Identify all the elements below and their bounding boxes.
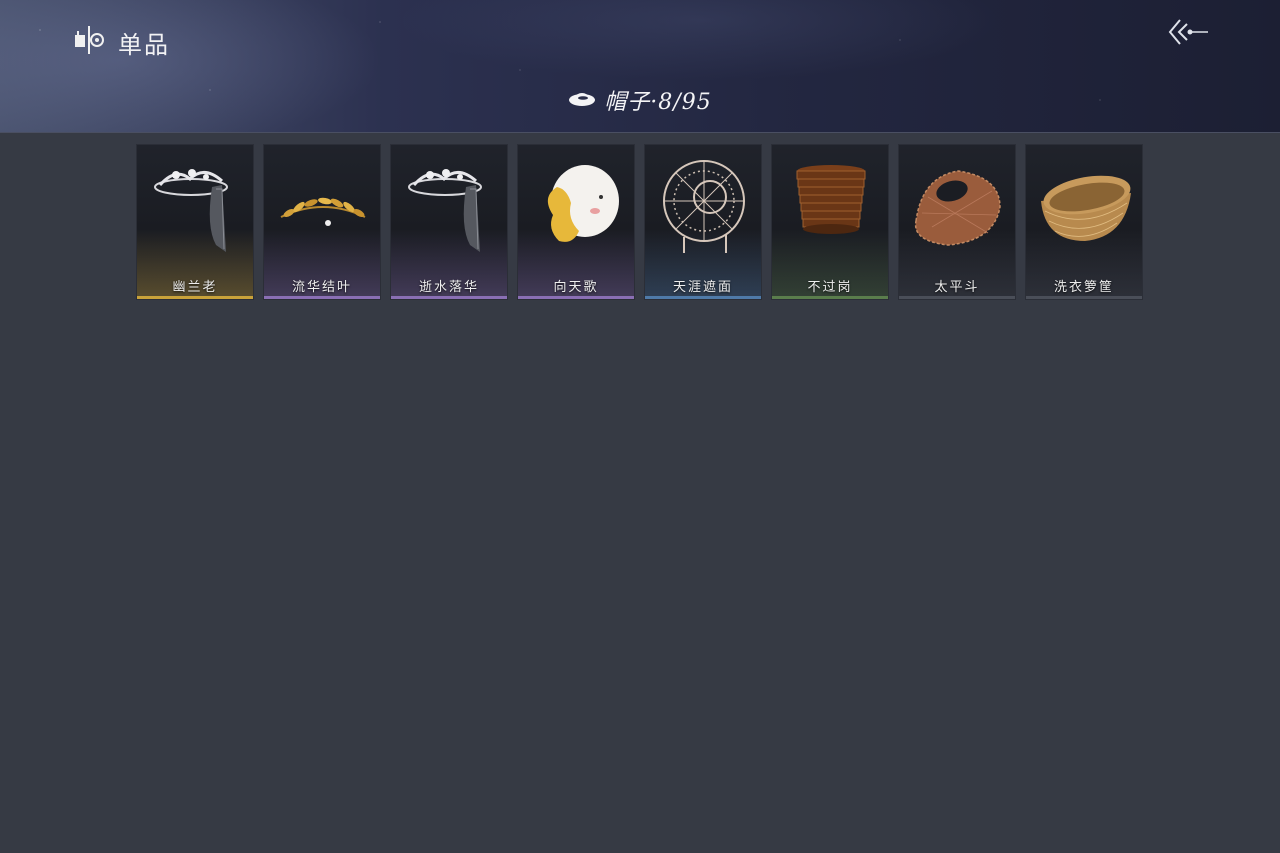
item-name: 逝水落华 <box>418 280 479 295</box>
stacked-bowls-hat-icon <box>796 165 866 234</box>
item-grid: 幽兰老 流华结叶 逝水落华 向天歌 天涯遮面 不过岗 太平斗 洗衣箩筐 <box>136 144 1146 302</box>
golden-leaf-circlet-icon <box>280 197 366 226</box>
item-name: 洗衣箩筐 <box>1053 280 1114 295</box>
rarity-bar <box>772 296 888 299</box>
item-card[interactable]: 太平斗 <box>898 144 1016 300</box>
item-name: 太平斗 <box>934 280 980 295</box>
rarity-bar <box>518 296 634 299</box>
woven-bamboo-hat-icon <box>914 170 1001 246</box>
section-title-label: 单品 <box>118 30 170 59</box>
item-card[interactable]: 向天歌 <box>517 144 635 300</box>
rarity-bar <box>391 296 507 299</box>
item-name: 流华结叶 <box>291 280 352 295</box>
wicker-basket-icon <box>1041 175 1131 241</box>
item-card[interactable]: 幽兰老 <box>136 144 254 300</box>
category-heading: 帽子·8/95 <box>0 84 1280 116</box>
silver-crown-with-veil-icon <box>408 169 482 252</box>
rarity-bar <box>645 296 761 299</box>
item-name: 幽兰老 <box>172 280 218 295</box>
item-name: 向天歌 <box>553 280 599 295</box>
header-banner: 单品 帽子·8/95 <box>0 0 1280 133</box>
duck-hood-icon <box>547 165 619 242</box>
item-card[interactable]: 天涯遮面 <box>644 144 762 300</box>
silver-crown-with-veil-icon <box>154 169 228 252</box>
rarity-bar <box>264 296 380 299</box>
item-name: 天涯遮面 <box>672 280 733 295</box>
item-card[interactable]: 逝水落华 <box>390 144 508 300</box>
rarity-bar <box>899 296 1015 299</box>
back-arrow-icon <box>1166 17 1210 51</box>
category-label: 帽子·8/95 <box>604 90 712 115</box>
item-card[interactable]: 不过岗 <box>771 144 889 300</box>
wire-frame-hat-icon <box>663 160 745 253</box>
item-name: 不过岗 <box>807 280 853 295</box>
hat-icon <box>568 88 596 113</box>
section-title: 单品 <box>72 24 170 60</box>
item-card[interactable]: 洗衣箩筐 <box>1025 144 1143 300</box>
item-card[interactable]: 流华结叶 <box>263 144 381 300</box>
rarity-bar <box>1026 296 1142 299</box>
rarity-bar <box>137 296 253 299</box>
back-button[interactable] <box>1164 16 1212 52</box>
wardrobe-icon <box>72 23 106 61</box>
